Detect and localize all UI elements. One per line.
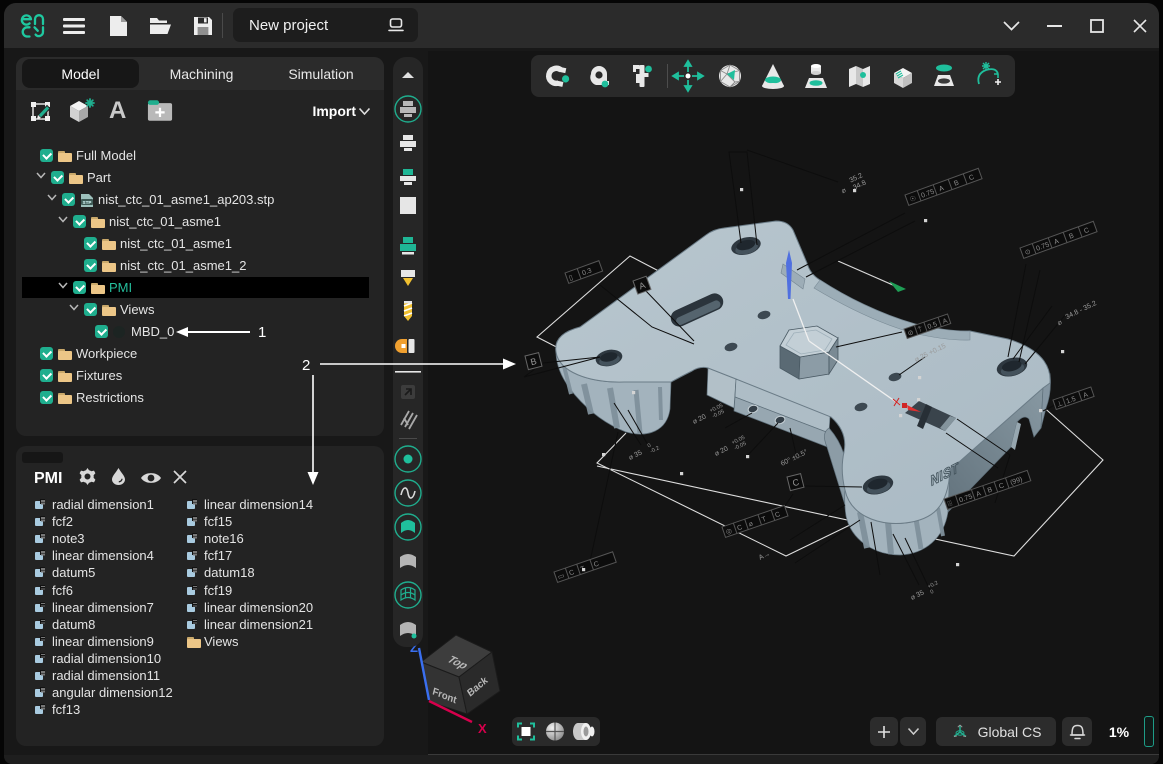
svg-text:0: 0 — [930, 589, 935, 596]
svg-text:STP: STP — [83, 200, 92, 205]
svg-text:34.8 - 35.2: 34.8 - 35.2 — [1065, 300, 1098, 321]
svg-text:A→: A→ — [758, 550, 772, 561]
svg-text:1: 1 — [258, 325, 266, 339]
svg-text:⌀ 20: ⌀ 20 — [714, 445, 730, 457]
svg-text:⌀: ⌀ — [1056, 319, 1063, 327]
svg-text:⌀ 35: ⌀ 35 — [910, 589, 926, 601]
svg-text:60° ±0.5°: 60° ±0.5° — [779, 448, 809, 468]
svg-text:⌀ 20: ⌀ 20 — [692, 413, 708, 425]
svg-text:X: X — [478, 721, 487, 736]
svg-text:+0.2: +0.2 — [927, 580, 939, 590]
svg-text:⌀ 35: ⌀ 35 — [628, 449, 644, 461]
svg-text:⌀: ⌀ — [840, 187, 847, 195]
